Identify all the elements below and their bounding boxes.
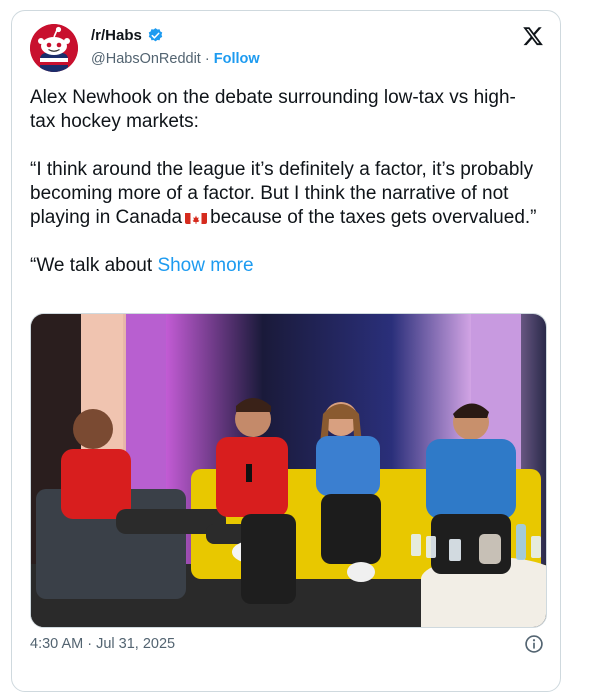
x-logo-icon[interactable] <box>522 25 544 47</box>
tweet-text: Alex Newhook on the debate surrounding l… <box>30 86 540 302</box>
handle-row: @HabsOnReddit · Follow <box>91 51 260 67</box>
tweet-paragraph-2: “I think around the league it’s definite… <box>30 158 540 230</box>
name-row: /r/Habs <box>91 27 164 44</box>
tweet-paragraph-3-text: “We talk about <box>30 255 158 276</box>
tweet-paragraph-2-part-b: because of the taxes gets overvalued.” <box>210 207 537 228</box>
tweet-paragraph-1: Alex Newhook on the debate surrounding l… <box>30 87 516 132</box>
tweet-timestamp[interactable]: 4:30 AM · Jul 31, 2025 <box>30 636 175 652</box>
tweet-card[interactable]: /r/Habs @HabsOnReddit · Follow Alex Newh… <box>11 10 561 692</box>
canada-flag-icon <box>185 210 208 224</box>
handle[interactable]: @HabsOnReddit <box>91 51 201 67</box>
separator: · <box>204 51 210 67</box>
tweet-media-image[interactable] <box>30 313 547 628</box>
follow-button[interactable]: Follow <box>214 51 260 67</box>
show-more-link[interactable]: Show more <box>157 255 253 276</box>
display-name[interactable]: /r/Habs <box>91 27 142 44</box>
avatar[interactable] <box>30 24 78 72</box>
tweet-paragraph-3: “We talk about Show more <box>30 254 540 278</box>
info-icon[interactable] <box>524 634 544 654</box>
snoo-habs-avatar-icon <box>30 24 78 72</box>
verified-badge-icon <box>147 27 164 44</box>
